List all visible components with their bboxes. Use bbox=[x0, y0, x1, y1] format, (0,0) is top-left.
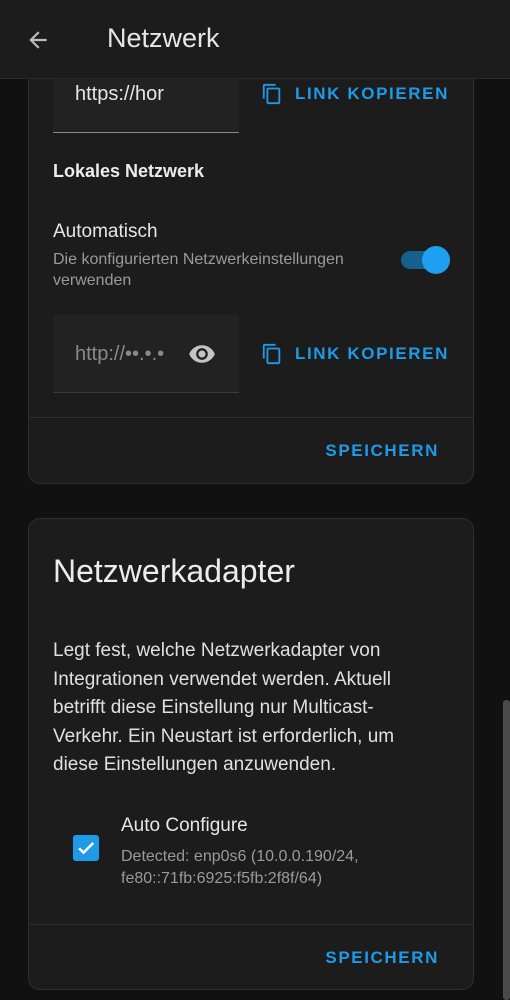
page: Netzwerk https://hor LINK KOPIEREN Lokal… bbox=[0, 0, 510, 1000]
save-adapter-button[interactable]: SPEICHERN bbox=[325, 948, 439, 968]
automatic-description: Die konfigurierten Netzwerkeinstellungen… bbox=[53, 251, 344, 289]
arrow-left-icon bbox=[29, 31, 47, 49]
copy-local-link-button[interactable]: LINK KOPIEREN bbox=[261, 334, 449, 374]
checkmark-icon bbox=[78, 842, 95, 855]
url-settings-card: https://hor LINK KOPIEREN Lokales Netzwe… bbox=[28, 50, 474, 484]
auto-configure-detail: Detected: enp0s6 (10.0.0.190/24, fe80::7… bbox=[121, 848, 359, 887]
back-button[interactable] bbox=[16, 18, 60, 62]
copy-external-link-button[interactable]: LINK KOPIEREN bbox=[261, 74, 449, 114]
copy-local-link-label: LINK KOPIEREN bbox=[295, 344, 449, 363]
local-url-field[interactable]: http://••.•.• bbox=[53, 315, 239, 393]
scrollbar[interactable] bbox=[503, 700, 510, 1000]
auto-configure-checkbox[interactable] bbox=[73, 835, 99, 861]
network-adapter-description: Legt fest, welche Netzwerkadapter von In… bbox=[53, 640, 395, 775]
card-actions-divider bbox=[29, 417, 473, 418]
save-network-button[interactable]: SPEICHERN bbox=[325, 441, 439, 461]
card-actions-divider bbox=[29, 924, 473, 925]
eye-icon bbox=[189, 345, 215, 363]
network-adapter-heading: Netzwerkadapter bbox=[53, 553, 295, 589]
page-title: Netzwerk bbox=[107, 23, 220, 53]
copy-external-link-label: LINK KOPIEREN bbox=[295, 84, 449, 103]
show-password-button[interactable] bbox=[187, 341, 217, 367]
external-url-value: https://hor bbox=[75, 83, 164, 105]
automatic-toggle[interactable] bbox=[399, 245, 453, 274]
app-bar: Netzwerk bbox=[0, 0, 510, 79]
local-network-title: Lokales Netzwerk bbox=[53, 161, 205, 181]
auto-configure-label: Auto Configure bbox=[121, 815, 248, 836]
network-adapter-card: Netzwerkadapter Legt fest, welche Netzwe… bbox=[28, 518, 474, 990]
local-url-value: http://••.•.• bbox=[75, 343, 165, 365]
automatic-label: Automatisch bbox=[53, 221, 158, 242]
copy-icon bbox=[261, 83, 283, 105]
copy-icon bbox=[261, 343, 283, 365]
toggle-thumb bbox=[422, 246, 450, 274]
